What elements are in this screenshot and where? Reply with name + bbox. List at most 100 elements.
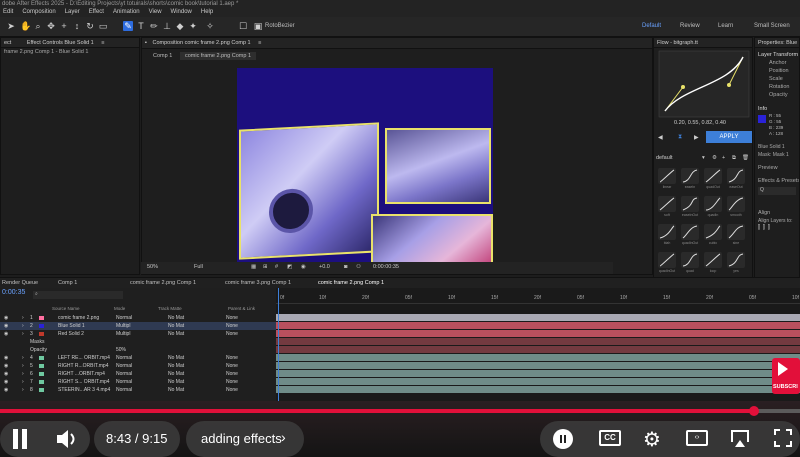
tab-comic-frame-2-active[interactable]: comic frame 2.png Comp 1: [318, 280, 384, 286]
layer-name[interactable]: RIGHT S... ORBIT.mp4: [58, 378, 110, 386]
layer-label-color[interactable]: [39, 380, 44, 384]
grid-icon[interactable]: #: [275, 264, 278, 270]
progress-scrubber[interactable]: [749, 406, 760, 416]
prop-opacity[interactable]: Opacity: [755, 91, 799, 99]
layer-track-matte[interactable]: No Mat: [168, 378, 184, 386]
visibility-eye-icon[interactable]: ◉: [4, 362, 8, 370]
flow-preset[interactable]: [658, 196, 676, 212]
expand-arrow-icon[interactable]: ›: [22, 370, 24, 378]
layer-mode[interactable]: Multipl: [116, 322, 130, 330]
layer-transform-section[interactable]: Layer Transform: [755, 51, 799, 59]
visibility-eye-icon[interactable]: ◉: [4, 314, 8, 322]
flow-preset[interactable]: [727, 168, 745, 184]
layer-parent[interactable]: None: [226, 314, 238, 322]
menu-item-window[interactable]: Window: [171, 8, 192, 17]
layer-row[interactable]: Masks: [0, 338, 276, 346]
flow-tab[interactable]: Flow - bitgraph.tt: [654, 38, 752, 48]
layer-name[interactable]: RIGHT R...ORBIT.mp4: [58, 362, 108, 370]
menu-item-animation[interactable]: Animation: [113, 8, 140, 17]
color-channel-icon[interactable]: ◉: [301, 264, 306, 270]
flow-preset[interactable]: [681, 196, 699, 212]
layer-mode[interactable]: 50%: [116, 346, 126, 354]
layer-row[interactable]: ◉ › 4 LEFT RE... ORBIT.mp4 Normal No Mat None: [0, 354, 276, 362]
menu-item-effect[interactable]: Effect: [89, 8, 104, 17]
tab-comic-frame-3[interactable]: comic frame 3.png Comp 1: [225, 280, 291, 286]
flow-preset[interactable]: [681, 224, 699, 240]
lock-icon[interactable]: ▪: [145, 40, 147, 46]
volume-button[interactable]: [55, 427, 79, 453]
bezier-curve-editor[interactable]: [655, 49, 753, 119]
col-source-name[interactable]: Source Name: [52, 306, 80, 311]
composition-canvas[interactable]: [237, 68, 493, 262]
checkbox-icon[interactable]: ☐: [238, 21, 248, 31]
layer-track-matte[interactable]: No Mat: [168, 386, 184, 394]
layer-name[interactable]: Opacity: [30, 346, 47, 354]
expand-arrow-icon[interactable]: ›: [22, 378, 24, 386]
subscribe-badge[interactable]: SUBSCRI: [772, 358, 800, 394]
layer-row[interactable]: ◉ › 7 RIGHT S... ORBIT.mp4 Normal No Mat None: [0, 378, 276, 386]
delete-icon[interactable]: 🗑: [742, 155, 749, 161]
region-of-interest-icon[interactable]: ⊞: [263, 264, 268, 270]
expand-arrow-icon[interactable]: ›: [22, 362, 24, 370]
layer-name[interactable]: STEERIN...AR 3 4.mp4: [58, 386, 110, 394]
layer-duration-bar[interactable]: [276, 362, 800, 370]
layer-mode[interactable]: Normal: [116, 354, 132, 362]
apply-button[interactable]: APPLY: [706, 131, 752, 143]
layer-mode[interactable]: Normal: [116, 370, 132, 378]
expand-arrow-icon[interactable]: ›: [22, 322, 24, 330]
visibility-eye-icon[interactable]: ◉: [4, 378, 8, 386]
flow-preset[interactable]: [681, 252, 699, 268]
expand-arrow-icon[interactable]: ›: [22, 330, 24, 338]
layer-parent[interactable]: None: [226, 330, 238, 338]
workspace-learn[interactable]: Learn: [718, 23, 733, 29]
effects-search-input[interactable]: Q: [758, 187, 796, 195]
copy-icon[interactable]: ⧉: [732, 155, 736, 162]
layer-row[interactable]: Opacity 50%: [0, 346, 276, 354]
chevron-right-icon[interactable]: ›: [281, 429, 286, 445]
flow-preset[interactable]: [704, 196, 722, 212]
layer-label-color[interactable]: [39, 388, 44, 392]
menu-item-composition[interactable]: Composition: [22, 8, 55, 17]
arrow-right-icon[interactable]: ▶: [694, 134, 699, 141]
cast-button[interactable]: [729, 428, 751, 450]
breadcrumb-comic-frame[interactable]: comic frame 2.png Comp 1: [180, 52, 257, 60]
chapter-title[interactable]: adding effects: [201, 431, 282, 446]
hand-tool-icon[interactable]: ✋: [20, 21, 31, 31]
flow-preset[interactable]: [704, 252, 722, 268]
video-progress-bar[interactable]: [0, 406, 800, 416]
menu-item-help[interactable]: Help: [201, 8, 213, 17]
expand-arrow-icon[interactable]: ›: [22, 354, 24, 362]
layer-row[interactable]: ◉ › 2 Blue Solid 1 Multipl No Mat None: [0, 322, 276, 330]
layer-mode[interactable]: Normal: [116, 314, 132, 322]
add-icon[interactable]: +: [722, 155, 725, 161]
layer-name[interactable]: Blue Solid 1: [58, 322, 85, 330]
autoplay-toggle[interactable]: [553, 429, 573, 449]
layer-row[interactable]: ◉ › 3 Red Solid 2 Multipl No Mat None: [0, 330, 276, 338]
prop-scale[interactable]: Scale: [755, 75, 799, 83]
expand-arrow-icon[interactable]: ›: [22, 314, 24, 322]
layer-label-color[interactable]: [39, 316, 44, 320]
layer-track-matte[interactable]: No Mat: [168, 370, 184, 378]
layer-mode[interactable]: Multipl: [116, 330, 130, 338]
tab-render-queue[interactable]: Render Queue: [2, 280, 38, 286]
layer-parent[interactable]: None: [226, 362, 238, 370]
menu-icon[interactable]: ≡: [258, 40, 261, 46]
layer-name[interactable]: RIGHT ...ORBIT.mp4: [58, 370, 105, 378]
layer-duration-bar[interactable]: [276, 330, 800, 338]
align-panel-title[interactable]: Align: [755, 209, 799, 217]
type-tool-icon[interactable]: T: [136, 21, 146, 31]
layer-duration-bar[interactable]: [276, 346, 800, 354]
layer-mode[interactable]: Normal: [116, 386, 132, 394]
orbit-tool-icon[interactable]: ↕: [72, 21, 82, 31]
layer-search-input[interactable]: ⌕: [33, 291, 123, 299]
fullscreen-button[interactable]: [773, 428, 793, 450]
layer-mode[interactable]: Normal: [116, 362, 132, 370]
layer-label-color[interactable]: [39, 356, 44, 360]
toggle-transparency-icon[interactable]: ▦: [251, 264, 256, 270]
layer-duration-bar[interactable]: [276, 354, 800, 362]
layer-track-matte[interactable]: No Mat: [168, 322, 184, 330]
layer-label-color[interactable]: [39, 364, 44, 368]
layer-label-color[interactable]: [39, 372, 44, 376]
menu-item-edit[interactable]: Edit: [3, 8, 13, 17]
layer-duration-bar[interactable]: [276, 314, 800, 322]
